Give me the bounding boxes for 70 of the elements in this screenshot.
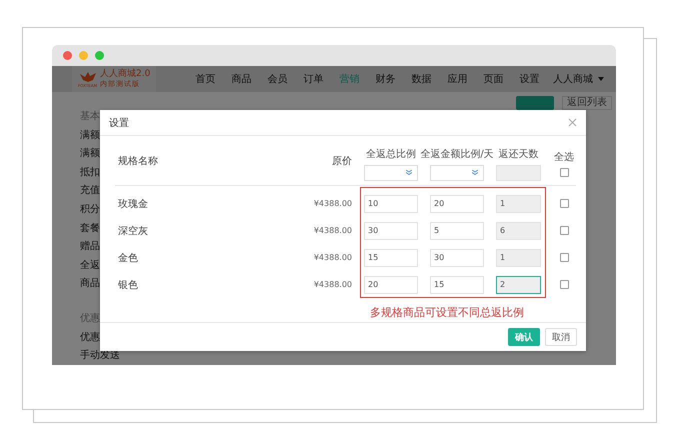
chevron-down-icon (406, 170, 412, 175)
row-checkbox[interactable] (560, 280, 568, 289)
column-header: 全返总比例 (366, 148, 416, 160)
nav-menu-item[interactable]: 数据 (410, 72, 432, 86)
input-field[interactable]: 15 (430, 276, 484, 294)
logo-title: 人人商城2.0 (100, 69, 150, 79)
dropdown-field[interactable] (364, 164, 418, 180)
row-checkbox[interactable] (560, 199, 568, 208)
input-field[interactable]: 10 (364, 194, 418, 212)
sidebar-item[interactable]: 优惠 (80, 332, 100, 343)
spec-name: 玫瑰金 (118, 198, 149, 210)
sidebar-item[interactable]: 商品 (80, 278, 100, 290)
input-field[interactable]: 1 (496, 194, 541, 212)
close-icon[interactable] (568, 118, 577, 127)
input-field[interactable]: 30 (364, 222, 418, 240)
input-field[interactable]: 6 (496, 222, 541, 240)
sidebar-item[interactable]: 积分 (80, 204, 100, 215)
sidebar-item[interactable]: 满额 (80, 148, 100, 160)
sidebar-item[interactable]: 抵扣 (80, 166, 100, 178)
cancel-button[interactable]: 取消 (545, 328, 577, 346)
input-field[interactable]: 30 (430, 248, 484, 266)
price-cell-text: ¥4388.00 (312, 199, 352, 208)
maximize-window-icon[interactable] (95, 51, 104, 60)
input-field[interactable]: 20 (430, 194, 484, 212)
column-header: 全选 (554, 150, 574, 164)
back-button[interactable]: 返回列表 (562, 96, 612, 110)
spec-name: 金色 (118, 252, 139, 264)
caret-icon (598, 77, 604, 81)
sidebar-item[interactable]: 套餐 (80, 222, 100, 234)
column-header: 原价 (331, 154, 352, 168)
close-window-icon[interactable] (63, 51, 72, 60)
column-header: 规格名称 (118, 154, 159, 168)
input-field[interactable]: 1 (496, 248, 541, 266)
confirm-button[interactable]: 确认 (508, 328, 540, 346)
annotation-text: 多规格商品可设置不同总返比例 (370, 306, 524, 319)
dialog-title: 设置 (109, 116, 129, 130)
row-checkbox[interactable] (560, 226, 568, 235)
sidebar-item[interactable]: 全返 (80, 260, 100, 271)
input-field[interactable]: 20 (364, 276, 418, 294)
nav-menu-item[interactable]: 财务 (374, 72, 396, 86)
input-field[interactable]: 15 (364, 248, 418, 266)
spec-name: 深空灰 (118, 224, 149, 238)
input-field[interactable]: 5 (430, 222, 484, 240)
sidebar-item[interactable]: 满额 (80, 130, 100, 141)
sidebar-item[interactable]: 赠品 (80, 241, 100, 252)
account-menu[interactable]: 人人商城 (553, 72, 604, 86)
select-all-checkbox[interactable] (560, 168, 568, 177)
sidebar-section-title: 基本 (80, 111, 100, 122)
column-header: 返还天数 (498, 148, 538, 160)
fox-icon (78, 70, 97, 82)
input-field[interactable] (496, 164, 541, 180)
nav-menu-item[interactable]: 会员 (266, 72, 288, 86)
price-cell-text: ¥4388.00 (312, 226, 352, 235)
nav-menu-item[interactable]: 设置 (518, 72, 540, 86)
sidebar-section-title: 优惠 (80, 312, 100, 324)
chevron-down-icon (472, 170, 478, 175)
nav-menu-item[interactable]: 首页 (194, 72, 216, 86)
nav-menu-item[interactable]: 页面 (482, 72, 504, 86)
column-header: 全返金额比例/天 (420, 148, 494, 160)
nav-menu-item[interactable]: 商品 (230, 72, 252, 86)
price-cell-text: ¥4388.00 (312, 253, 352, 262)
row-checkbox[interactable] (560, 253, 568, 262)
input-field[interactable]: 2 (496, 276, 541, 294)
price-cell-text: ¥4388.00 (312, 280, 352, 289)
minimize-window-icon[interactable] (79, 51, 88, 60)
nav-menu-item[interactable]: 订单 (302, 72, 324, 86)
nav-menu-item[interactable]: 应用 (446, 72, 468, 86)
sidebar-item[interactable]: 充值 (80, 185, 100, 196)
spec-name: 银色 (118, 278, 139, 292)
dropdown-field[interactable] (430, 164, 484, 180)
